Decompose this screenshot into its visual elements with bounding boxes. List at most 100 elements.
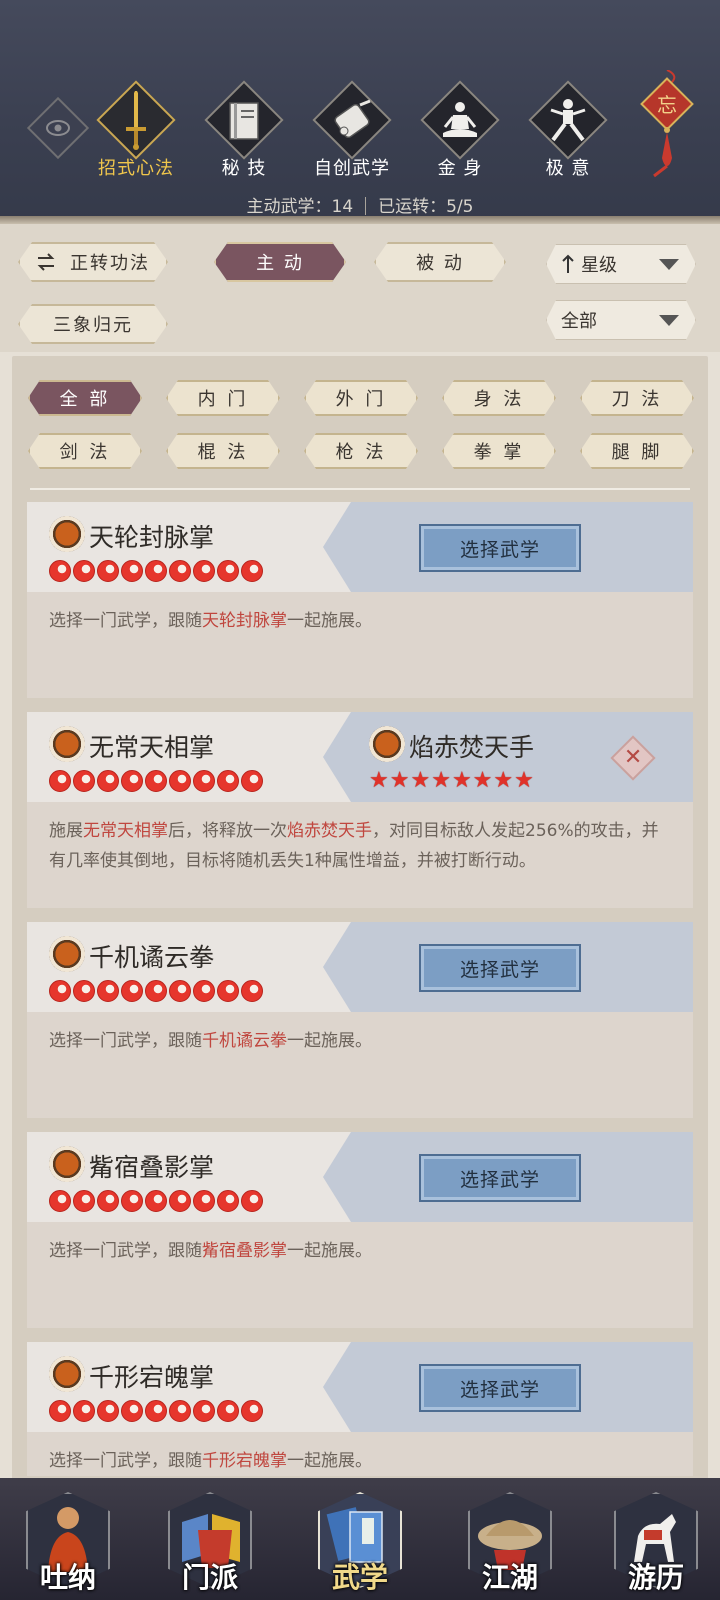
select-martial-label: 选择武学: [459, 538, 540, 561]
desc-highlight: 觜宿叠影掌: [202, 1241, 287, 1261]
desc-highlight: 千机谲云拳: [202, 1031, 287, 1051]
category-legs[interactable]: 腿 脚: [580, 433, 694, 469]
nav-martial[interactable]: 武学: [300, 1486, 420, 1600]
rank-bead: [73, 1190, 95, 1212]
tab-label: 极 意: [545, 158, 591, 179]
star-icon: ★: [472, 768, 493, 793]
card-description: 选择一门武学，跟随千形宕魄掌一起施展。: [49, 1446, 669, 1476]
tab-golden-body[interactable]: 金 身: [412, 80, 508, 184]
select-martial-button[interactable]: 选择武学: [419, 1154, 581, 1202]
rank-bead: [145, 770, 167, 792]
nav-sect[interactable]: 门派: [150, 1486, 270, 1600]
star-icon: ★: [431, 768, 451, 793]
rank-bead: [169, 1400, 191, 1422]
rank-bead: [241, 770, 263, 792]
rank-bead: [241, 560, 263, 582]
rank-bead: [49, 1400, 71, 1422]
rank-beads: [49, 1400, 279, 1422]
category-sword[interactable]: 剑 法: [28, 433, 142, 469]
select-martial-button[interactable]: 选择武学: [419, 1364, 581, 1412]
martial-name: 千形宕魄掌: [89, 1363, 215, 1392]
desc-text: 一起施展。: [287, 1241, 372, 1261]
rank-bead: [97, 1190, 119, 1212]
nav-travel[interactable]: 游历: [596, 1486, 716, 1600]
nav-tuna[interactable]: 吐纳: [8, 1486, 128, 1600]
rank-beads: [49, 1190, 279, 1212]
rank-bead: [73, 560, 95, 582]
knot-text: 忘: [657, 93, 677, 117]
rank-bead: [145, 1190, 167, 1212]
martial-card: 觜宿叠影掌 选择武学 选择一门武学，跟随觜宿叠影掌一起施展。: [27, 1132, 693, 1328]
sort-dropdown[interactable]: 星级: [546, 244, 696, 284]
rank-bead: [217, 1400, 239, 1422]
mode-active-button[interactable]: 主 动: [214, 242, 346, 282]
tab-ultimate-intent[interactable]: 极 意: [520, 80, 616, 184]
category-spear[interactable]: 枪 法: [304, 433, 418, 469]
desc-text: 选择一门武学，跟随: [49, 1451, 202, 1471]
desc-text: 选择一门武学，跟随: [49, 1031, 202, 1051]
rotate-methods-label: 正转功法: [70, 253, 150, 274]
rank-bead: [169, 560, 191, 582]
rank-bead: [193, 1400, 215, 1422]
category-label: 枪 法: [335, 442, 387, 463]
scope-dropdown[interactable]: 全部: [546, 300, 696, 340]
chevron-down-icon: [659, 315, 679, 326]
rotate-methods-button[interactable]: 正转功法: [18, 242, 168, 282]
mode-passive-button[interactable]: 被 动: [374, 242, 506, 282]
tab-label: 金 身: [437, 158, 483, 179]
tab-self-created[interactable]: 自创武学: [304, 80, 400, 184]
martial-emblem-icon: [49, 936, 85, 972]
rank-bead: [193, 770, 215, 792]
category-inner[interactable]: 内 门: [166, 380, 280, 416]
martial-card: 千形宕魄掌 选择武学 选择一门武学，跟随千形宕魄掌一起施展。: [27, 1342, 693, 1476]
martial-emblem-icon: [49, 1356, 85, 1392]
martial-name: 觜宿叠影掌: [89, 1153, 215, 1182]
category-label: 全 部: [59, 389, 111, 410]
up-arrow-icon: [561, 254, 575, 274]
rank-bead: [217, 560, 239, 582]
category-label: 外 门: [335, 389, 387, 410]
card-description: 施展无常天相掌后，将释放一次焰赤焚天手，对同目标敌人发起256%的攻击，并有几率…: [49, 816, 669, 876]
martial-emblem-icon: [49, 1146, 85, 1182]
desc-highlight: 天轮封脉掌: [202, 611, 287, 631]
tab-moves-methods[interactable]: 招式心法: [88, 80, 184, 184]
select-martial-button[interactable]: 选择武学: [419, 524, 581, 572]
desc-text: 施展: [49, 821, 83, 841]
rank-bead: [241, 1400, 263, 1422]
tab-label: 招式心法: [98, 158, 174, 179]
category-label: 身 法: [473, 389, 525, 410]
stats-line: 主动武学：14 已运转：5/5: [0, 192, 720, 217]
desc-text: 选择一门武学，跟随: [49, 611, 202, 631]
martial-name: 天轮封脉掌: [89, 523, 215, 552]
rank-bead: [49, 770, 71, 792]
martial-emblem-icon: [49, 726, 85, 762]
nav-jianghu[interactable]: 江湖: [450, 1486, 570, 1600]
rank-bead: [169, 770, 191, 792]
category-outer[interactable]: 外 门: [304, 380, 418, 416]
forget-knot-button[interactable]: 忘: [640, 69, 694, 180]
meditation-icon: [412, 88, 508, 154]
linked-martial-stars: ★ ★ ★ ★ ★ ★ ★ ★: [369, 770, 534, 792]
select-martial-label: 选择武学: [459, 1378, 540, 1401]
mode-passive-label: 被 动: [416, 253, 464, 274]
rank-bead: [49, 1190, 71, 1212]
nav-label: 江湖: [481, 1561, 538, 1594]
category-all[interactable]: 全 部: [28, 380, 142, 416]
category-blade[interactable]: 刀 法: [580, 380, 694, 416]
tab-secret-skills[interactable]: 秘 技: [196, 80, 292, 184]
category-fist-palm[interactable]: 拳 掌: [442, 433, 556, 469]
rank-bead: [73, 980, 95, 1002]
star-icon: ★: [451, 768, 472, 793]
desc-highlight: 焰赤焚天手: [287, 821, 372, 841]
rank-bead: [217, 770, 239, 792]
category-movement[interactable]: 身 法: [442, 380, 556, 416]
card-description: 选择一门武学，跟随觜宿叠影掌一起施展。: [49, 1236, 669, 1266]
rank-bead: [193, 560, 215, 582]
sancai-button[interactable]: 三象归元: [18, 304, 168, 344]
category-divider: [30, 488, 690, 490]
select-martial-button[interactable]: 选择武学: [419, 944, 581, 992]
swap-arrows-icon: [36, 253, 56, 271]
star-icon: ★: [493, 768, 514, 793]
category-staff[interactable]: 棍 法: [166, 433, 280, 469]
rank-bead: [169, 1190, 191, 1212]
